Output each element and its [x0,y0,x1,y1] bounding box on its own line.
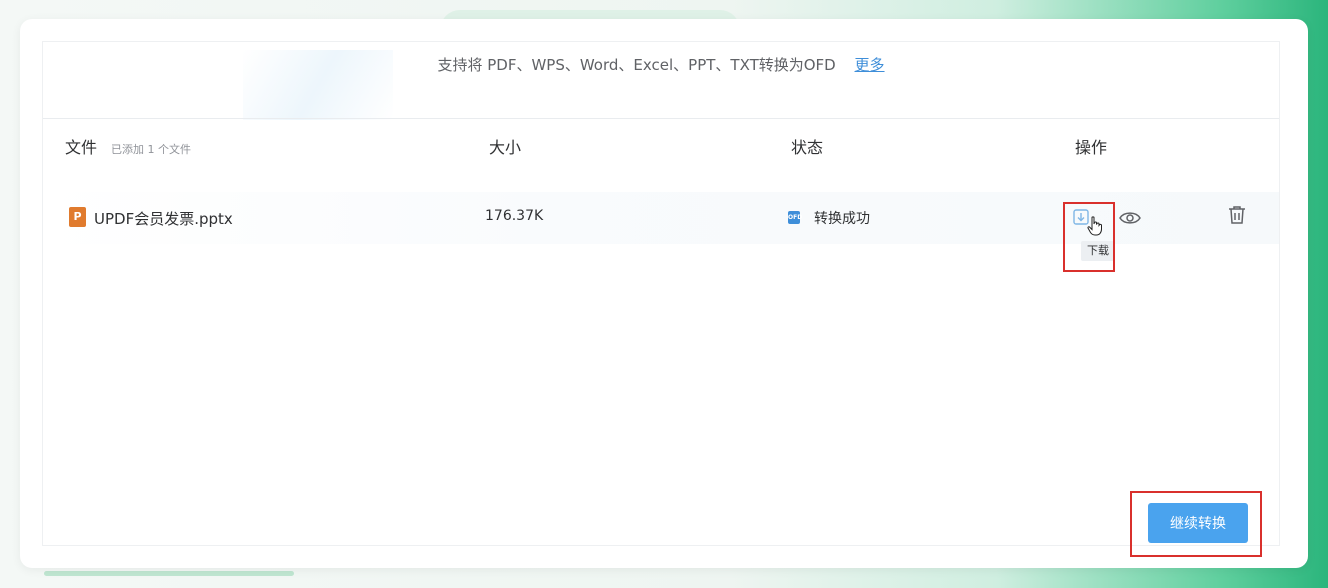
column-file-label: 文件 [65,138,98,157]
eye-icon[interactable] [1119,210,1141,226]
column-size: 大小 [489,138,522,157]
support-bar: 支持将 PDF、WPS、Word、Excel、PPT、TXT转换为OFD 更多 [43,42,1279,119]
file-count: 已添加 1 个文件 [111,143,192,156]
pptx-icon: P [69,207,86,227]
status-text: 转换成功 [814,211,870,227]
file-name: UPDF会员发票.pptx [94,210,233,228]
ofd-file-icon: OFD [788,211,802,224]
support-text: 支持将 PDF、WPS、Word、Excel、PPT、TXT转换为OFD [437,56,836,74]
file-size: 176.37K [485,208,544,224]
trash-icon[interactable] [1228,205,1246,225]
column-file: 文件 已添加 1 个文件 [65,134,191,158]
converter-panel: 支持将 PDF、WPS、Word、Excel、PPT、TXT转换为OFD 更多 … [42,41,1280,557]
column-status: 状态 [791,138,824,157]
continue-convert-button[interactable]: 继续转换 [1148,503,1248,543]
table-header: 文件 已添加 1 个文件 大小 状态 操作 [43,120,1279,168]
more-link[interactable]: 更多 [855,56,885,74]
background-strip [44,571,294,576]
download-highlight [1063,202,1115,272]
converter-card: 支持将 PDF、WPS、Word、Excel、PPT、TXT转换为OFD 更多 … [20,19,1308,568]
column-actions: 操作 [1075,138,1108,157]
